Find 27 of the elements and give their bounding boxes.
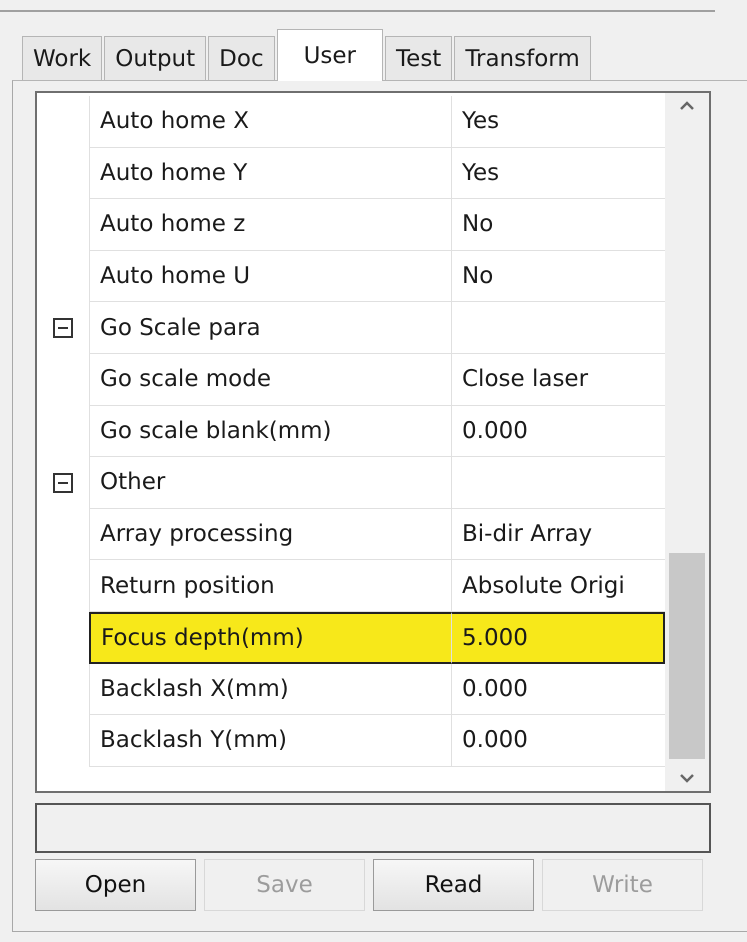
property-name[interactable]: Auto home U (89, 250, 451, 302)
group-name[interactable]: Go Scale para (89, 302, 451, 354)
property-name[interactable]: Backlash X(mm) (89, 664, 451, 716)
scrollbar[interactable] (665, 93, 709, 791)
property-name[interactable]: Backlash Y(mm) (89, 715, 451, 767)
tab[interactable]: Work (22, 36, 102, 80)
property-name[interactable]: Go scale mode (89, 354, 451, 406)
tab[interactable]: Transform (454, 36, 591, 80)
property-name[interactable]: Array processing (89, 508, 451, 560)
property-name[interactable]: Auto home Y (89, 148, 451, 200)
property-name[interactable]: Focus depth(mm) (89, 612, 451, 664)
scrollbar-thumb[interactable] (669, 553, 705, 759)
group-name[interactable]: Other (89, 457, 451, 509)
property-name[interactable]: Auto home z (89, 199, 451, 251)
collapse-icon[interactable] (53, 318, 73, 338)
property-name[interactable]: Go scale blank(mm) (89, 406, 451, 458)
tab[interactable]: Test (385, 36, 452, 80)
tab[interactable]: Output (104, 36, 206, 80)
collapse-icon[interactable] (53, 472, 73, 493)
scroll-down-icon[interactable] (679, 773, 695, 783)
scroll-up-icon[interactable] (679, 101, 695, 111)
button[interactable]: Open (35, 859, 196, 911)
button[interactable]: Read (373, 859, 534, 911)
property-name[interactable]: Auto home X (89, 96, 451, 148)
tab[interactable]: Doc (208, 36, 275, 80)
tab[interactable]: User (276, 29, 384, 81)
property-value[interactable]: 5.000 (451, 612, 665, 664)
